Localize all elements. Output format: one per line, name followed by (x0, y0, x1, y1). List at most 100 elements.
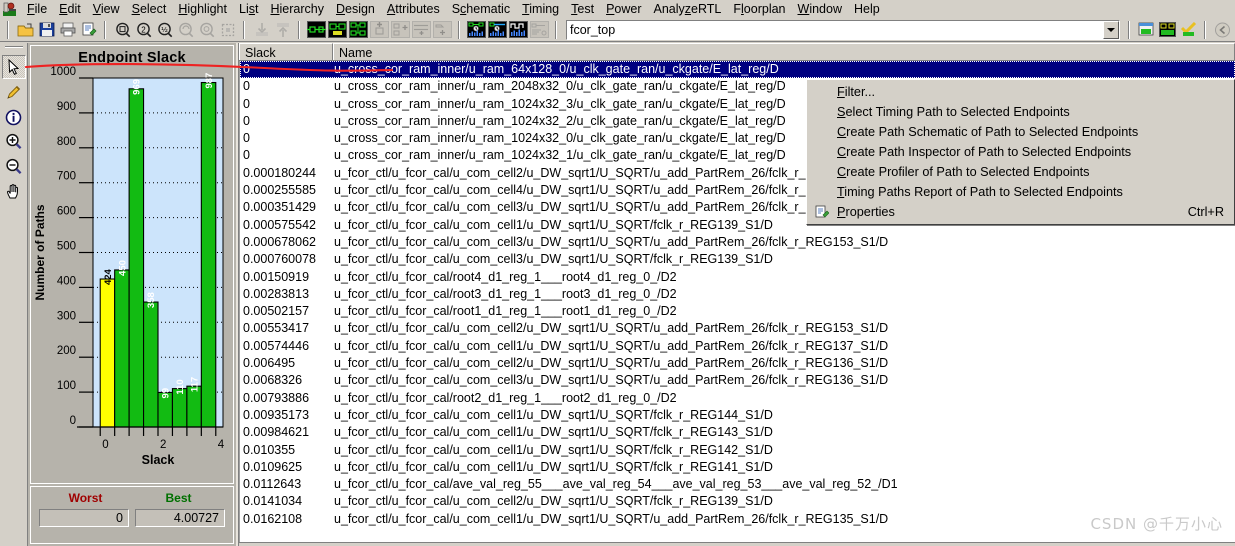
table-row[interactable]: 0.0068326 u_fcor_ctl/u_fcor_cal/u_com_cel… (240, 372, 1235, 389)
menu-help[interactable]: Help (848, 1, 886, 18)
menu-power[interactable]: Power (600, 1, 647, 18)
table-row[interactable]: 0.00574446 u_fcor_ctl/u_fcor_cal/u_com_ce… (240, 338, 1235, 355)
slack-histogram[interactable]: 0 100 200 300 400 500 600 700 800 900 1000 424450 96… (31, 46, 233, 483)
context-menu-item-create-profiler-of-path-to-selected-endpoints[interactable]: Create Profiler of Path to Selected Endp… (807, 162, 1234, 182)
cell-slack: 0.00793886 (243, 390, 310, 405)
context-menu-item-properties[interactable]: Properties Ctrl+R (807, 202, 1234, 222)
bar[interactable] (143, 301, 159, 428)
cell-slack: 0.00283813 (243, 286, 310, 301)
table-row[interactable]: 0.000678062 u_fcor_ctl/u_fcor_cal/u_com_c… (240, 234, 1235, 251)
table-row[interactable]: 0.006495 u_fcor_ctl/u_fcor_cal/u_com_cell… (240, 355, 1235, 372)
table-row[interactable]: 0.010355 u_fcor_ctl/u_fcor_cal/u_com_cell… (240, 442, 1235, 459)
chart-canvas[interactable]: Endpoint Slack 0 100 200 300 400 500 600 700 800… (30, 45, 234, 484)
print-icon[interactable] (57, 19, 78, 40)
undo-zoom-icon (175, 19, 196, 40)
bar[interactable] (128, 88, 145, 428)
menu-floorplan[interactable]: Floorplan (727, 1, 791, 18)
column-header-slack[interactable]: Slack (239, 43, 333, 60)
instance-view-icon[interactable] (327, 19, 348, 40)
column-header-name[interactable]: Name (333, 43, 1235, 60)
table-row[interactable]: 0.0112643 u_fcor_ctl/u_fcor_cal/ave_val_r… (240, 476, 1235, 493)
check-mark-icon[interactable] (1178, 19, 1199, 40)
zoom-in-tool[interactable] (2, 130, 26, 154)
menu-design[interactable]: Design (330, 1, 381, 18)
info-tool[interactable] (2, 105, 26, 129)
context-menu-item-timing-paths-report-of-path-to-selected-endpoints[interactable]: Timing Paths Report of Path to Selected … (807, 182, 1234, 202)
cell-name: u_fcor_ctl/u_fcor_cal/root1_d1_reg_1___r… (334, 304, 677, 319)
table-row[interactable]: 0 u_cross_cor_ram_inner/u_ram_64x128_0/u_… (240, 61, 1235, 79)
menu-analyzertl[interactable]: AnalyzeRTL (648, 1, 728, 18)
cell-slack: 0.006495 (243, 356, 296, 371)
menu-hierarchy[interactable]: Hierarchy (264, 1, 330, 18)
menu-select[interactable]: Select (126, 1, 173, 18)
menu-file[interactable]: File (21, 1, 53, 18)
pop-up-icon (272, 19, 293, 40)
menu-window[interactable]: Window (792, 1, 848, 18)
chart-plot[interactable]: 0 100 200 300 400 500 600 700 800 900 1000 424 450 96… (31, 46, 233, 483)
horizontal-scrollbar[interactable] (239, 542, 1235, 546)
menu-schematic[interactable]: Schematic (446, 1, 516, 18)
y-tick-label: 0 (70, 415, 76, 427)
flat-netlist-icon[interactable] (306, 19, 327, 40)
cell-name: u_fcor_ctl/u_fcor_cal/u_com_cell1/u_DW_s… (334, 425, 773, 440)
context-menu-item-label: Create Path Inspector of Path to Selecte… (837, 145, 1132, 159)
menu-timing[interactable]: Timing (516, 1, 565, 18)
menu-test[interactable]: Test (565, 1, 600, 18)
menu-attributes[interactable]: Attributes (381, 1, 446, 18)
table-row[interactable]: 0.0162108 u_fcor_ctl/u_fcor_cal/u_com_cel… (240, 511, 1235, 528)
table-row[interactable]: 0.00553417 u_fcor_ctl/u_fcor_cal/u_com_ce… (240, 320, 1235, 337)
table-row[interactable]: 0.00984621 u_fcor_ctl/u_fcor_cal/u_com_ce… (240, 424, 1235, 441)
open-folder-icon[interactable] (15, 19, 36, 40)
table-row[interactable]: 0.000760078 u_fcor_ctl/u_fcor_cal/u_com_c… (240, 251, 1235, 268)
best-value-field: 4.00727 (135, 509, 225, 527)
timing-analysis-icon[interactable] (466, 19, 487, 40)
bar-value-label: 987 (204, 73, 215, 89)
hierarchy-view-icon[interactable] (348, 19, 369, 40)
context-menu-item-label: Properties (837, 205, 895, 219)
bar[interactable] (200, 81, 217, 428)
table-row[interactable]: 0.00793886 u_fcor_ctl/u_fcor_cal/root2_d1… (240, 390, 1235, 407)
design-combo-input[interactable] (567, 20, 1103, 39)
design-combo[interactable] (566, 19, 1120, 40)
window-tile-icon[interactable] (1157, 19, 1178, 40)
cell-slack: 0.0068326 (243, 373, 303, 388)
bar-value-label: 99 (161, 388, 172, 399)
menu-edit[interactable]: Edit (53, 1, 87, 18)
zoom-fit-icon[interactable] (112, 19, 133, 40)
context-menu-item-label: Filter... (837, 85, 876, 99)
context-menu-item-create-path-schematic-of-path-to-selected-endpoints[interactable]: Create Path Schematic of Path to Selecte… (807, 122, 1234, 142)
cell-slack: 0.000575542 (243, 217, 316, 232)
pencil-tool[interactable] (2, 80, 26, 104)
timing-path-icon[interactable] (487, 19, 508, 40)
pan-hand-tool[interactable] (2, 180, 26, 204)
table-row[interactable]: 0.00935173 u_fcor_ctl/u_fcor_cal/u_com_ce… (240, 407, 1235, 424)
histogram-icon[interactable] (508, 19, 529, 40)
svg-text:2: 2 (141, 25, 146, 34)
context-menu-item-label: Timing Paths Report of Path to Selected … (837, 185, 1123, 199)
chevron-down-icon[interactable] (1103, 20, 1119, 39)
menu-view[interactable]: View (87, 1, 126, 18)
bar[interactable] (99, 278, 116, 428)
save-disk-icon[interactable] (36, 19, 57, 40)
context-menu-item-filter[interactable]: Filter... (807, 82, 1234, 102)
table-row[interactable]: 0.00502157 u_fcor_ctl/u_fcor_cal/root1_d1… (240, 303, 1235, 320)
zoom-half-icon[interactable]: ½ (154, 19, 175, 40)
cell-name: u_fcor_ctl/u_fcor_cal/u_com_cell3/u_DW_s… (334, 252, 773, 267)
table-row[interactable]: 0.0109625 u_fcor_ctl/u_fcor_cal/u_com_cel… (240, 459, 1235, 476)
select-cursor-tool[interactable] (1, 55, 26, 79)
cell-slack: 0 (243, 96, 250, 111)
context-menu-item-create-path-inspector-of-path-to-selected-endpoints[interactable]: Create Path Inspector of Path to Selecte… (807, 142, 1234, 162)
table-row[interactable]: 0.0141034 u_fcor_ctl/u_fcor_cal/u_com_cel… (240, 493, 1235, 510)
menu-list[interactable]: List (233, 1, 264, 18)
toolbar-grip[interactable] (4, 45, 24, 52)
cell-slack: 0.00984621 (243, 425, 310, 440)
menu-highlight[interactable]: Highlight (172, 1, 233, 18)
table-row[interactable]: 0.00283813 u_fcor_ctl/u_fcor_cal/root3_d1… (240, 286, 1235, 303)
table-row[interactable]: 0.00150919 u_fcor_ctl/u_fcor_cal/root4_d1… (240, 269, 1235, 286)
zoom-2x-icon[interactable]: 2 (133, 19, 154, 40)
edit-properties-icon[interactable] (78, 19, 99, 40)
context-menu-item-select-timing-path-to-selected-endpoints[interactable]: Select Timing Path to Selected Endpoints (807, 102, 1234, 122)
zoom-out-tool[interactable] (2, 155, 26, 179)
window-new-icon[interactable] (1136, 19, 1157, 40)
bar[interactable] (114, 269, 130, 428)
